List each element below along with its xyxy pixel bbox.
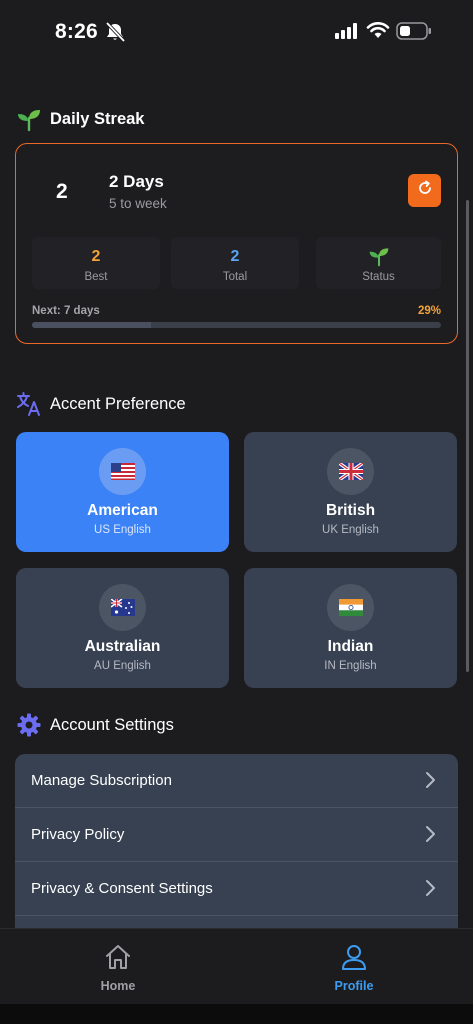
cellular-signal-icon xyxy=(335,23,359,44)
sprout-icon xyxy=(316,245,441,267)
settings-item-label: Manage Subscription xyxy=(31,772,172,789)
status-time: 8:26 xyxy=(55,20,98,43)
section-title: Accent Preference xyxy=(50,394,186,413)
us-flag-icon xyxy=(99,448,146,495)
streak-days-label: 2 Days xyxy=(109,172,164,191)
bell-muted-icon xyxy=(104,21,126,47)
stat-label: Best xyxy=(84,271,108,283)
tab-bar: Home Profile xyxy=(0,928,473,1004)
au-flag-icon xyxy=(99,584,146,631)
chevron-right-icon xyxy=(424,771,436,794)
daily-streak-header: Daily Streak xyxy=(16,104,144,134)
refresh-icon xyxy=(416,179,434,202)
accent-name: American xyxy=(87,502,158,519)
stat-value: 2 xyxy=(91,248,101,265)
home-icon xyxy=(58,943,178,973)
settings-item-privacy-policy[interactable]: Privacy Policy xyxy=(15,808,458,862)
settings-item-manage-subscription[interactable]: Manage Subscription xyxy=(15,754,458,808)
status-bar: 8:26 xyxy=(0,0,473,62)
chevron-right-icon xyxy=(424,879,436,902)
stat-status: Status xyxy=(316,237,441,289)
settings-item-label: Privacy & Consent Settings xyxy=(31,880,213,897)
progress-percent: 29% xyxy=(417,305,441,317)
wifi-icon xyxy=(366,21,390,44)
tab-home[interactable]: Home xyxy=(58,943,178,993)
streak-subtitle: 5 to week xyxy=(109,196,167,211)
accent-option-australian[interactable]: Australian AU English xyxy=(16,568,229,688)
accent-preference-header: Accent Preference xyxy=(16,389,186,419)
chevron-right-icon xyxy=(424,825,436,848)
settings-item-label: Privacy Policy xyxy=(31,826,125,843)
accent-sub: AU English xyxy=(94,660,151,672)
tab-profile[interactable]: Profile xyxy=(294,943,414,993)
stat-value: 2 xyxy=(230,248,240,265)
accent-sub: UK English xyxy=(322,524,379,536)
accent-sub: US English xyxy=(94,524,151,536)
accent-name: British xyxy=(325,502,376,519)
refresh-button[interactable] xyxy=(408,174,441,207)
streak-count: 2 xyxy=(56,180,68,203)
accent-name: Indian xyxy=(327,638,374,655)
tab-label: Profile xyxy=(334,979,374,993)
battery-icon xyxy=(396,22,432,45)
streak-card: 2 2 Days 5 to week 2 Best 2 Total Status… xyxy=(15,143,458,344)
stat-label: Status xyxy=(362,271,395,283)
section-title: Account Settings xyxy=(50,715,174,734)
stat-best: 2 Best xyxy=(32,237,160,289)
scroll-indicator[interactable] xyxy=(466,200,469,672)
gear-icon xyxy=(16,712,42,738)
uk-flag-icon xyxy=(327,448,374,495)
section-title: Daily Streak xyxy=(50,109,145,128)
stat-total: 2 Total xyxy=(171,237,299,289)
next-milestone-label: Next: 7 days xyxy=(32,305,100,317)
streak-progress-bar xyxy=(32,322,441,328)
translate-icon xyxy=(16,391,42,417)
home-indicator-area xyxy=(0,1004,473,1024)
accent-name: Australian xyxy=(84,638,161,655)
tab-label: Home xyxy=(100,979,136,993)
accent-option-british[interactable]: British UK English xyxy=(244,432,457,552)
accent-sub: IN English xyxy=(324,660,377,672)
settings-item-privacy-consent[interactable]: Privacy & Consent Settings xyxy=(15,862,458,916)
sprout-icon xyxy=(16,106,42,132)
settings-list: Manage Subscription Privacy Policy Priva… xyxy=(15,754,458,928)
accent-option-american[interactable]: American US English xyxy=(16,432,229,552)
account-settings-header: Account Settings xyxy=(16,710,174,740)
in-flag-icon xyxy=(327,584,374,631)
accent-option-indian[interactable]: Indian IN English xyxy=(244,568,457,688)
progress-fill xyxy=(32,322,151,328)
stat-label: Total xyxy=(222,271,248,283)
person-icon xyxy=(294,943,414,973)
